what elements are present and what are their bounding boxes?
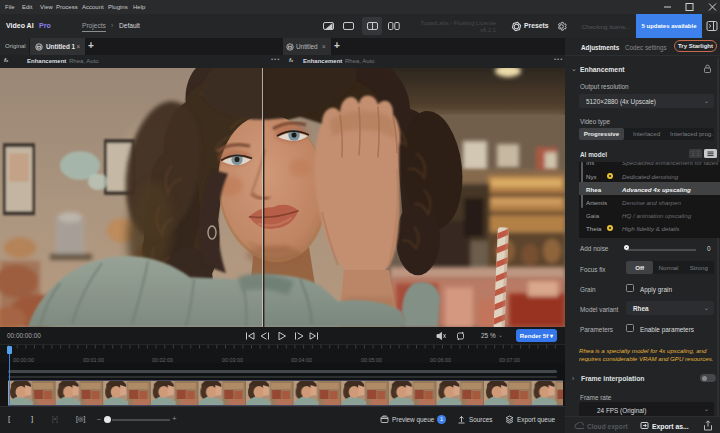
svg-text:00:05:00: 00:05:00: [361, 357, 382, 363]
svg-text:00:06:00: 00:06:00: [430, 357, 451, 363]
svg-text:00:02:00: 00:02:00: [152, 357, 173, 363]
svg-text:00:00:00: 00:00:00: [13, 357, 34, 363]
svg-text:00:04:00: 00:04:00: [291, 357, 312, 363]
svg-text:00:03:00: 00:03:00: [222, 357, 243, 363]
svg-text:00:01:00: 00:01:00: [83, 357, 104, 363]
svg-text:00:07:00: 00:07:00: [499, 357, 520, 363]
